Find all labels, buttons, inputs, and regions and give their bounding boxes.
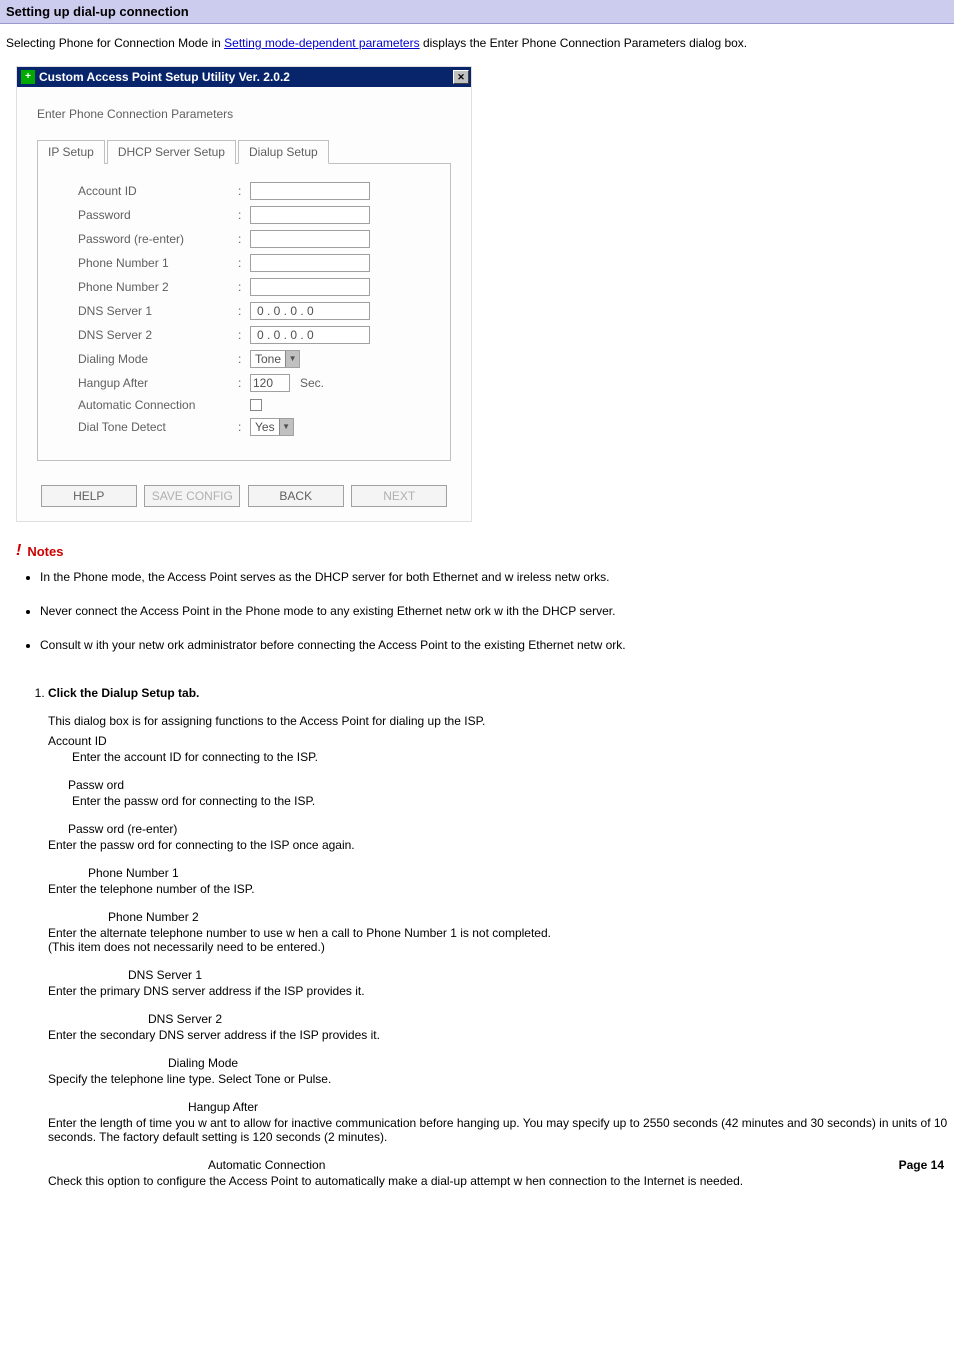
page-number: Page 14 [899,1158,944,1172]
def-account-id-desc: Enter the account ID for connecting to t… [72,750,954,764]
label-dns1: DNS Server 1 [78,304,238,318]
dialog-window: + Custom Access Point Setup Utility Ver.… [16,66,472,522]
def-dns2-name: DNS Server 2 [148,1012,954,1026]
mode-dependent-link[interactable]: Setting mode-dependent parameters [224,36,419,50]
dns2-field[interactable]: 0 . 0 . 0 . 0 [250,326,370,344]
note-item: Never connect the Access Point in the Ph… [40,604,948,618]
button-row: HELP SAVE CONFIG BACK NEXT [37,475,451,507]
tab-dialup-setup[interactable]: Dialup Setup [238,140,329,164]
phone2-field[interactable] [250,278,370,296]
auto-connection-checkbox[interactable] [250,399,262,411]
intro-text-before: Selecting Phone for Connection Mode in [6,36,224,50]
note-item: In the Phone mode, the Access Point serv… [40,570,948,584]
dialog-subtitle: Enter Phone Connection Parameters [37,107,451,121]
label-password-re: Password (re-enter) [78,232,238,246]
back-button[interactable]: BACK [248,485,344,507]
def-dns1-desc: Enter the primary DNS server address if … [48,984,954,998]
def-phone2-desc1: Enter the alternate telephone number to … [48,926,954,940]
window-title: Custom Access Point Setup Utility Ver. 2… [39,70,453,84]
phone1-field[interactable] [250,254,370,272]
titlebar: + Custom Access Point Setup Utility Ver.… [17,67,471,87]
label-password: Password [78,208,238,222]
label-dialing-mode: Dialing Mode [78,352,238,366]
close-icon[interactable]: ✕ [453,70,469,84]
notes-list: In the Phone mode, the Access Point serv… [16,570,948,652]
account-id-field[interactable] [250,182,370,200]
def-password-re-name: Passw ord (re-enter) [68,822,954,836]
notes-header: ! Notes [16,542,948,560]
notes-label: Notes [27,544,63,559]
def-dialing-name: Dialing Mode [168,1056,954,1070]
label-phone2: Phone Number 2 [78,280,238,294]
label-hangup-after: Hangup After [78,376,238,390]
note-item: Consult w ith your netw ork administrato… [40,638,948,652]
dialing-mode-select[interactable]: Tone ▼ [250,350,300,368]
app-icon: + [21,70,35,84]
def-dns1-name: DNS Server 1 [128,968,954,982]
def-password-re-desc: Enter the passw ord for connecting to th… [48,838,954,852]
help-button[interactable]: HELP [41,485,137,507]
label-dial-tone: Dial Tone Detect [78,420,238,434]
def-dialing-desc: Specify the telephone line type. Select … [48,1072,954,1086]
password-reenter-field[interactable] [250,230,370,248]
hangup-after-field[interactable] [250,374,290,392]
step-1: Click the Dialup Setup tab. This dialog … [48,686,954,1188]
save-config-button[interactable]: SAVE CONFIG [144,485,240,507]
def-phone2-desc2: (This item does not necessarily need to … [48,940,954,954]
label-account-id: Account ID [78,184,238,198]
label-phone1: Phone Number 1 [78,256,238,270]
dialing-mode-value: Tone [255,352,281,366]
tabstrip: IP Setup DHCP Server Setup Dialup Setup [37,139,451,164]
next-button[interactable]: NEXT [351,485,447,507]
exclamation-icon: ! [16,542,21,560]
hangup-unit: Sec. [300,376,324,390]
def-auto-desc: Check this option to configure the Acces… [48,1174,954,1188]
def-phone1-name: Phone Number 1 [88,866,954,880]
dns1-field[interactable]: 0 . 0 . 0 . 0 [250,302,370,320]
label-dns2: DNS Server 2 [78,328,238,342]
step-1-title: Click the Dialup Setup tab. [48,686,954,700]
section-header: Setting up dial-up connection [0,0,954,24]
def-phone2-name: Phone Number 2 [108,910,954,924]
def-account-id-name: Account ID [48,734,954,748]
password-field[interactable] [250,206,370,224]
label-auto-connection: Automatic Connection [78,398,238,412]
dial-tone-select[interactable]: Yes ▼ [250,418,294,436]
def-hangup-name: Hangup After [188,1100,954,1114]
def-password-desc: Enter the passw ord for connecting to th… [72,794,954,808]
def-phone1-desc: Enter the telephone number of the ISP. [48,882,954,896]
tab-ip-setup[interactable]: IP Setup [37,140,105,164]
intro-paragraph: Selecting Phone for Connection Mode in S… [0,24,954,66]
steps-list: Click the Dialup Setup tab. This dialog … [24,686,954,1188]
def-hangup-desc: Enter the length of time you w ant to al… [48,1116,954,1144]
dial-tone-value: Yes [255,420,275,434]
step-1-intro: This dialog box is for assigning functio… [48,714,954,728]
def-dns2-desc: Enter the secondary DNS server address i… [48,1028,954,1042]
dialup-setup-panel: Account ID : Password : Password (re-ent… [37,164,451,461]
def-auto-name: Automatic Connection [208,1158,954,1172]
def-password-name: Passw ord [68,778,954,792]
tab-dhcp-server-setup[interactable]: DHCP Server Setup [107,140,236,164]
chevron-down-icon: ▼ [279,419,293,435]
intro-text-after: displays the Enter Phone Connection Para… [420,36,748,50]
chevron-down-icon: ▼ [285,351,299,367]
